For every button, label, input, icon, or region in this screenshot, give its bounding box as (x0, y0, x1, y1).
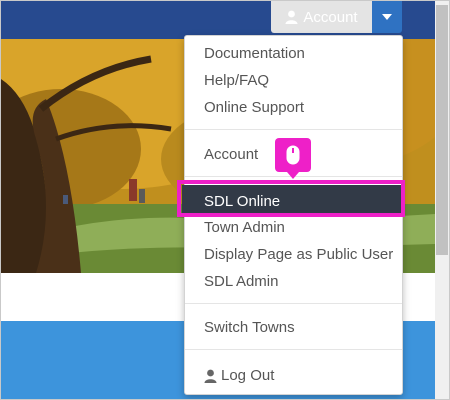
menu-item-documentation[interactable]: Documentation (204, 45, 305, 62)
menu-divider (185, 349, 402, 350)
scrollbar-thumb[interactable] (436, 5, 448, 255)
menu-item-help-faq[interactable]: Help/FAQ (204, 72, 269, 89)
top-navbar: Account (1, 1, 435, 39)
menu-item-sdl-admin[interactable]: SDL Admin (204, 273, 278, 290)
account-button[interactable]: Account (271, 1, 372, 33)
highlight-box (177, 180, 405, 217)
menu-item-log-out[interactable]: Log Out (204, 367, 274, 384)
user-icon (285, 10, 298, 24)
menu-item-display-public[interactable]: Display Page as Public User (204, 246, 393, 263)
account-dropdown-toggle[interactable] (372, 1, 402, 33)
menu-item-account[interactable]: Account (204, 146, 258, 163)
mouse-icon (286, 145, 300, 165)
caret-down-icon (382, 14, 392, 20)
account-button-label: Account (303, 8, 358, 26)
vertical-scrollbar[interactable] (435, 1, 449, 399)
menu-item-town-admin[interactable]: Town Admin (204, 219, 285, 236)
menu-divider (185, 303, 402, 304)
menu-item-switch-towns[interactable]: Switch Towns (204, 319, 295, 336)
cursor-callout (275, 138, 311, 179)
user-icon (204, 369, 217, 383)
page-frame: Account Documentation Help/FAQ Online Su… (0, 0, 450, 400)
menu-item-online-support[interactable]: Online Support (204, 99, 304, 116)
menu-item-log-out-label: Log Out (221, 367, 275, 384)
menu-divider (185, 129, 402, 130)
